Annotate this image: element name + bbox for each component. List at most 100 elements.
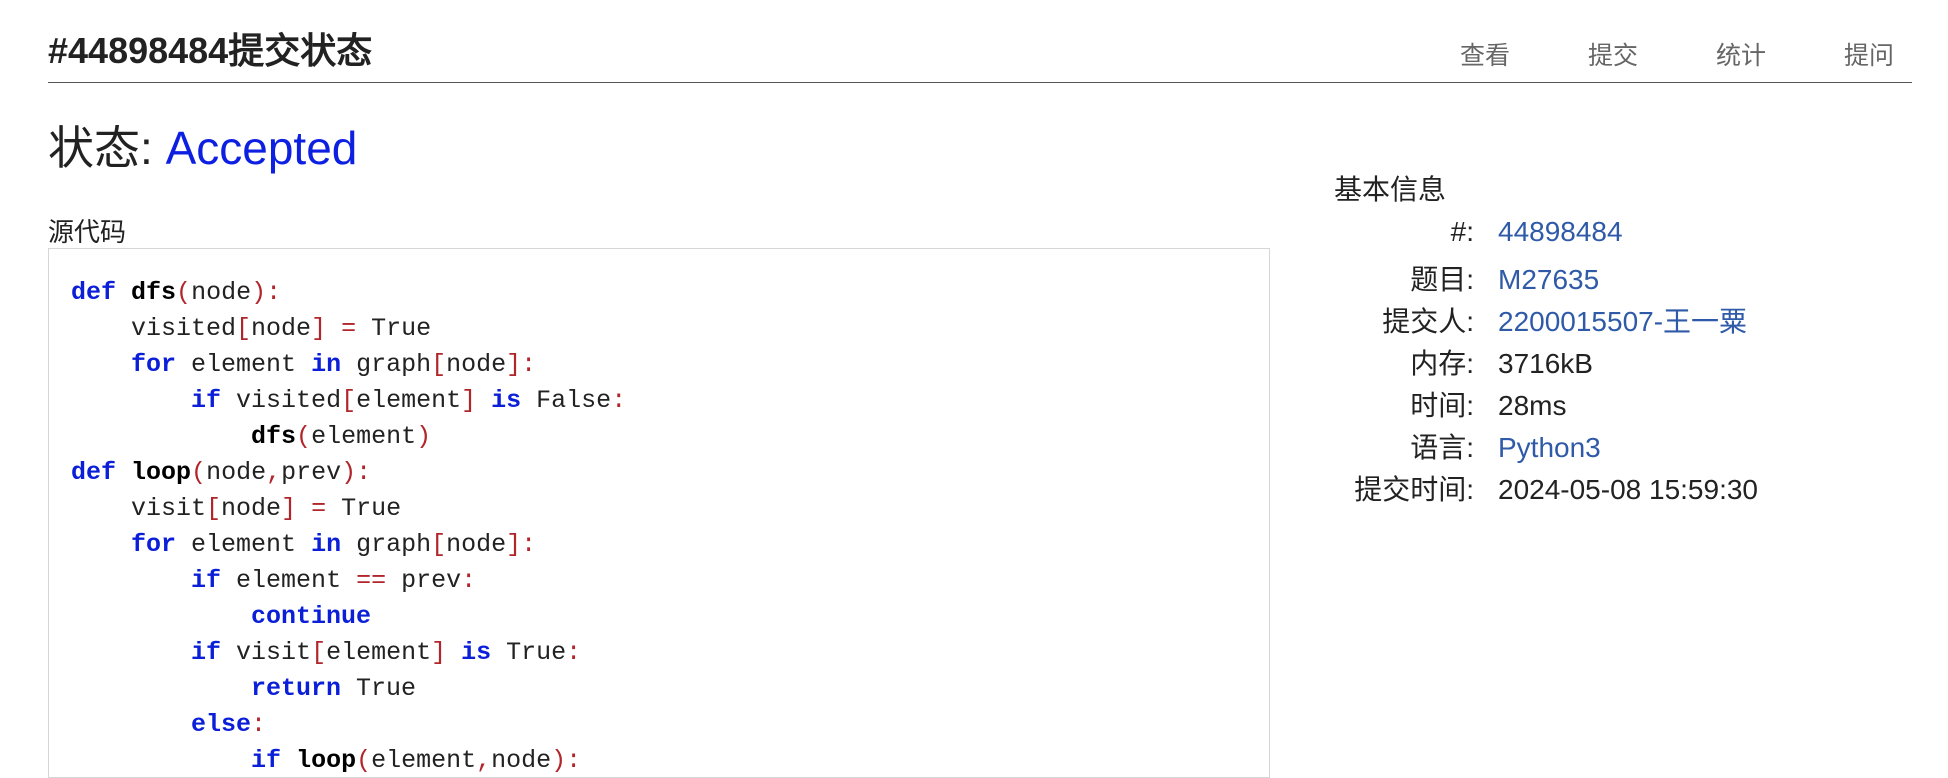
code-line: if visit[element] is True: <box>71 635 626 671</box>
code-token: def <box>71 458 117 487</box>
code-token: , <box>476 746 492 775</box>
code-line: def loop(node,prev): <box>71 455 626 491</box>
status-value: Accepted <box>165 122 358 174</box>
code-token: prev <box>386 566 462 595</box>
code-token: element <box>221 566 357 595</box>
source-code-label: 源代码 <box>48 217 127 247</box>
code-token: loop <box>296 746 357 775</box>
code-token: node <box>251 314 312 343</box>
code-line: if visited[element] is False: <box>71 383 626 419</box>
code-line: if element == prev: <box>71 563 626 599</box>
status-line: 状态: Accepted <box>48 112 357 178</box>
code-token: True <box>491 638 567 667</box>
code-token: element <box>311 422 417 451</box>
code-token: True <box>356 314 432 343</box>
code-token: element <box>371 746 477 775</box>
code-token: for <box>131 530 177 559</box>
code-token: loop <box>131 458 192 487</box>
code-line: visit[node] = True <box>71 491 626 527</box>
code-token: ( <box>296 422 312 451</box>
code-token: in <box>311 530 342 559</box>
code-token: : <box>566 638 582 667</box>
code-line: for element in graph[node]: <box>71 527 626 563</box>
info-row: 语言: Python3 <box>1334 426 1934 468</box>
info-key: #: <box>1450 216 1474 247</box>
info-key: 提交人: <box>1382 306 1474 337</box>
code-line: visited[node] = True <box>71 311 626 347</box>
code-token: element <box>356 386 462 415</box>
code-token: node <box>491 746 552 775</box>
code-token: visited <box>221 386 342 415</box>
info-row: 内存: 3716kB <box>1334 342 1934 384</box>
nav-view-link[interactable]: 查看 <box>1460 38 1510 74</box>
code-token: node <box>191 278 252 307</box>
code-token: is <box>491 386 522 415</box>
code-token: def <box>71 278 117 307</box>
code-token: element <box>176 350 312 379</box>
info-key: 语言: <box>1410 432 1474 463</box>
info-key: 题目: <box>1410 264 1474 295</box>
code-token: return <box>251 674 342 703</box>
info-value-link[interactable]: 44898484 <box>1498 216 1623 248</box>
nav-stats-link[interactable]: 统计 <box>1716 38 1766 74</box>
info-key: 提交时间: <box>1354 474 1474 505</box>
source-code-box[interactable]: def dfs(node): visited[node] = True for … <box>48 248 1270 778</box>
nav-ask-link[interactable]: 提问 <box>1844 38 1894 74</box>
top-nav: 查看 提交 统计 提问 <box>1382 38 1894 74</box>
code-token: [ <box>311 638 327 667</box>
code-token: [ <box>431 350 447 379</box>
code-token: node <box>221 494 282 523</box>
code-line: def dfs(node): <box>71 275 626 311</box>
info-value-link[interactable]: M27635 <box>1498 264 1599 296</box>
code-token: = <box>311 494 327 523</box>
code-line: continue <box>71 599 626 635</box>
code-line: if loop(element,node): <box>71 743 626 777</box>
info-value-link[interactable]: Python3 <box>1498 432 1601 464</box>
code-token: ): <box>551 746 582 775</box>
code-line: dfs(element) <box>71 419 626 455</box>
code-token: graph <box>341 530 432 559</box>
code-token: True <box>341 674 417 703</box>
code-token: [ <box>341 386 357 415</box>
code-token: ] <box>281 494 297 523</box>
code-token: visit <box>71 494 207 523</box>
info-row: 时间: 28ms <box>1334 384 1934 426</box>
status-label: 状态: <box>48 122 153 174</box>
info-value: 28ms <box>1498 390 1567 421</box>
code-token: in <box>311 350 342 379</box>
code-token: : <box>251 710 267 739</box>
code-token: prev <box>281 458 342 487</box>
code-token: True <box>326 494 402 523</box>
page-title: #44898484提交状态 <box>48 30 373 71</box>
info-value-link[interactable]: 2200015507-王一粟 <box>1498 300 1747 340</box>
code-token: dfs <box>131 278 177 307</box>
code-token: , <box>266 458 282 487</box>
code-token: False <box>521 386 612 415</box>
code-token: if <box>191 638 222 667</box>
code-token: for <box>131 350 177 379</box>
code-line: for element in graph[node]: <box>71 347 626 383</box>
code-token: ( <box>191 458 207 487</box>
code-token: ] <box>311 314 327 343</box>
code-token: ]: <box>506 530 537 559</box>
page-header: #44898484提交状态 查看 提交 统计 提问 <box>48 0 1912 83</box>
code-token: [ <box>236 314 252 343</box>
code-token: ): <box>251 278 282 307</box>
info-key: 内存: <box>1410 348 1474 379</box>
source-code: def dfs(node): visited[node] = True for … <box>71 275 626 777</box>
code-token: element <box>326 638 432 667</box>
nav-submit-link[interactable]: 提交 <box>1588 38 1638 74</box>
code-token: dfs <box>251 422 297 451</box>
info-key: 时间: <box>1410 390 1474 421</box>
